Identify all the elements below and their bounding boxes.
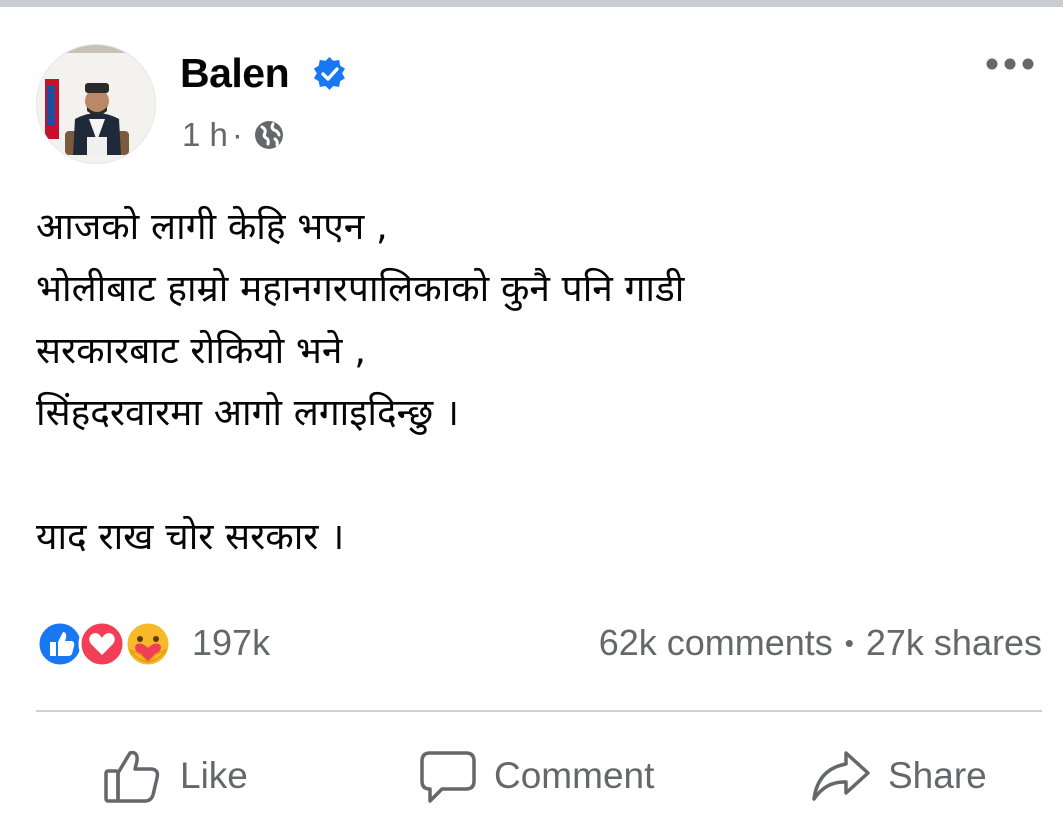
top-divider [0, 0, 1063, 7]
post-text-line: सिंहदरवारमा आगो लगाइदिन्छु । [36, 391, 459, 434]
post-text-line: भोलीबाट हाम्रो महानगरपालिकाको कुनै पनि ग… [36, 267, 685, 310]
care-reaction-icon [124, 620, 172, 668]
like-reaction-icon [36, 620, 84, 668]
post-text-line: सरकारबाट रोकियो भने , [36, 329, 366, 372]
comment-icon [420, 751, 476, 803]
actions-divider [36, 710, 1042, 712]
engagement-stats: 62k comments • 27k shares [599, 622, 1042, 664]
comments-count[interactable]: 62k comments [599, 622, 833, 664]
post-text-spacer [36, 444, 1026, 506]
post-meta: 1 h · [182, 116, 285, 154]
comment-label: Comment [494, 755, 655, 796]
globe-icon [254, 121, 283, 149]
post-actions: Like Comment Share [36, 740, 1042, 812]
like-label: Like [180, 755, 248, 796]
author-avatar[interactable] [36, 44, 156, 164]
post-body: आजको लागी केहि भएन , भोलीबाट हाम्रो महान… [36, 196, 1026, 568]
share-button[interactable]: Share [810, 740, 987, 812]
share-label: Share [888, 755, 987, 796]
stats-separator: • [844, 627, 854, 658]
author-name[interactable]: Balen [180, 50, 290, 97]
love-reaction-icon [78, 620, 126, 668]
verified-badge-icon [313, 56, 345, 90]
meta-separator: · [231, 116, 243, 153]
reaction-icons[interactable] [36, 620, 184, 668]
reactions-summary: 197k 62k comments • 27k shares [36, 618, 1042, 670]
avatar-photo [37, 45, 155, 163]
like-button[interactable]: Like [102, 740, 248, 812]
share-arrow-icon [812, 751, 870, 801]
thumbs-up-icon [104, 750, 160, 803]
post-text-line: आजको लागी केहि भएन , [36, 205, 388, 248]
post-text-line: याद राख चोर सरकार । [36, 515, 345, 558]
more-options-icon[interactable] [984, 52, 1036, 76]
post-header: Balen 1 h · [36, 44, 1036, 164]
reaction-count[interactable]: 197k [192, 622, 270, 664]
shares-count[interactable]: 27k shares [866, 622, 1042, 664]
post-time[interactable]: 1 h [182, 116, 228, 154]
comment-button[interactable]: Comment [416, 740, 654, 812]
